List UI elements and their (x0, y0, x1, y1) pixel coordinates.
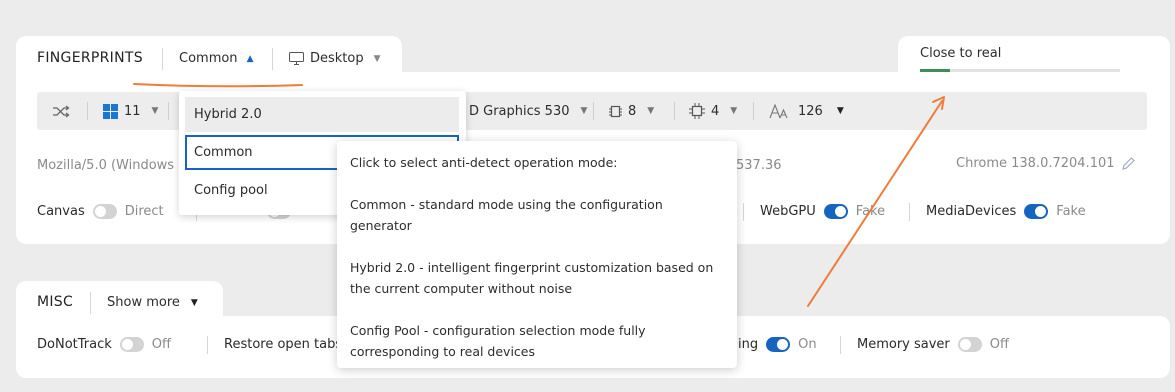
mode-option-hybrid[interactable]: Hybrid 2.0 (185, 97, 459, 132)
memory-saver-state: Off (989, 337, 1009, 352)
realism-label: Close to real (920, 46, 1002, 61)
browser-version[interactable]: Chrome 138.0.7204.101 (956, 156, 1135, 171)
pencil-icon (1121, 157, 1135, 170)
cpu-cores-value: 8 (628, 103, 637, 119)
show-more-label: Show more (107, 295, 180, 310)
user-agent-start: Mozilla/5.0 (Windows (37, 158, 175, 173)
memory-value: 4 (711, 103, 720, 119)
memory-saver-label: Memory saver (857, 337, 950, 352)
os-version: 11 (124, 103, 141, 119)
restore-tabs-setting: Restore open tabs (224, 337, 342, 352)
divider (272, 48, 273, 70)
partial-setting-state: On (798, 337, 817, 352)
do-not-track-setting: DoNotTrack Off (37, 337, 171, 352)
canvas-setting: Canvas Direct (37, 204, 164, 219)
webgpu-state: Fake (855, 204, 886, 219)
mode-selector-value: Common (179, 51, 238, 66)
chevron-down-icon: ▼ (151, 106, 159, 116)
misc-title: MISC (37, 294, 74, 310)
media-devices-toggle[interactable] (1024, 204, 1049, 219)
tooltip-line: Click to select anti-detect operation mo… (350, 155, 618, 170)
chevron-down-icon: ▼ (373, 53, 381, 64)
restore-tabs-label: Restore open tabs (224, 337, 343, 352)
partial-setting: ing On (738, 337, 817, 352)
canvas-label: Canvas (37, 204, 85, 219)
memory-selector[interactable]: 4 ▼ (689, 92, 737, 130)
canvas-state: Direct (124, 204, 164, 219)
tooltip-line: Config Pool - configuration selection mo… (350, 323, 646, 359)
gpu-selector[interactable]: D Graphics 530 ▼ (469, 92, 587, 130)
cpu-selector[interactable]: 8 ▼ (609, 92, 654, 130)
divider (90, 292, 91, 314)
divider (743, 203, 744, 221)
webgpu-label: WebGPU (760, 204, 816, 219)
memory-saver-setting: Memory saver Off (857, 337, 1009, 352)
canvas-toggle[interactable] (92, 204, 117, 219)
divider (87, 102, 88, 120)
windows-icon (103, 103, 118, 119)
fingerprints-title: FINGERPRINTS (37, 50, 143, 66)
realism-bar (920, 69, 1120, 72)
tooltip-line: Common - standard mode using the configu… (350, 197, 663, 233)
fonts-selector[interactable]: 126 ▼ (769, 92, 844, 130)
shuffle-icon (53, 104, 70, 118)
chevron-up-icon: ▲ (246, 53, 254, 64)
partial-setting-label: ing (738, 337, 759, 352)
show-more-button[interactable]: Show more ▼ (107, 295, 198, 310)
memory-saver-toggle[interactable] (957, 337, 982, 352)
device-selector[interactable]: Desktop ▼ (289, 51, 381, 66)
browser-version-value: Chrome 138.0.7204.101 (956, 156, 1115, 171)
chip-icon (689, 103, 705, 119)
mode-selector[interactable]: Common ▲ (179, 51, 253, 66)
realism-bar-fill (920, 69, 950, 72)
os-selector[interactable]: 11 ▼ (103, 92, 158, 130)
gpu-value: D Graphics 530 (469, 103, 570, 119)
chevron-down-icon: ▼ (580, 106, 588, 116)
monitor-icon (289, 52, 304, 65)
fonts-count: 126 (798, 103, 823, 119)
tooltip-line: Hybrid 2.0 - intelligent fingerprint cus… (350, 260, 714, 296)
media-devices-state: Fake (1056, 204, 1086, 219)
randomize-button[interactable] (53, 92, 70, 130)
do-not-track-state: Off (151, 337, 171, 352)
chevron-down-icon: ▼ (647, 106, 655, 116)
media-devices-label: MediaDevices (926, 204, 1017, 219)
chevron-down-icon: ▼ (730, 106, 738, 116)
divider (207, 336, 208, 354)
cpu-icon (609, 105, 622, 117)
media-devices-setting: MediaDevices Fake (926, 204, 1086, 219)
divider (168, 102, 169, 120)
webgpu-toggle[interactable] (823, 204, 848, 219)
mode-tooltip: Click to select anti-detect operation mo… (337, 141, 737, 368)
partial-setting-toggle[interactable] (766, 337, 791, 352)
divider (753, 102, 754, 120)
divider (909, 203, 910, 221)
divider (840, 336, 841, 354)
user-agent-end: 537.36 (736, 158, 782, 173)
chevron-down-icon: ▼ (190, 297, 198, 308)
device-selector-value: Desktop (310, 51, 364, 66)
divider (674, 102, 675, 120)
font-size-icon (769, 103, 788, 118)
divider (162, 48, 163, 70)
divider (593, 102, 594, 120)
webgpu-setting: WebGPU Fake (760, 204, 885, 219)
do-not-track-toggle[interactable] (119, 337, 144, 352)
do-not-track-label: DoNotTrack (37, 337, 112, 352)
chevron-down-icon: ▼ (836, 106, 844, 116)
